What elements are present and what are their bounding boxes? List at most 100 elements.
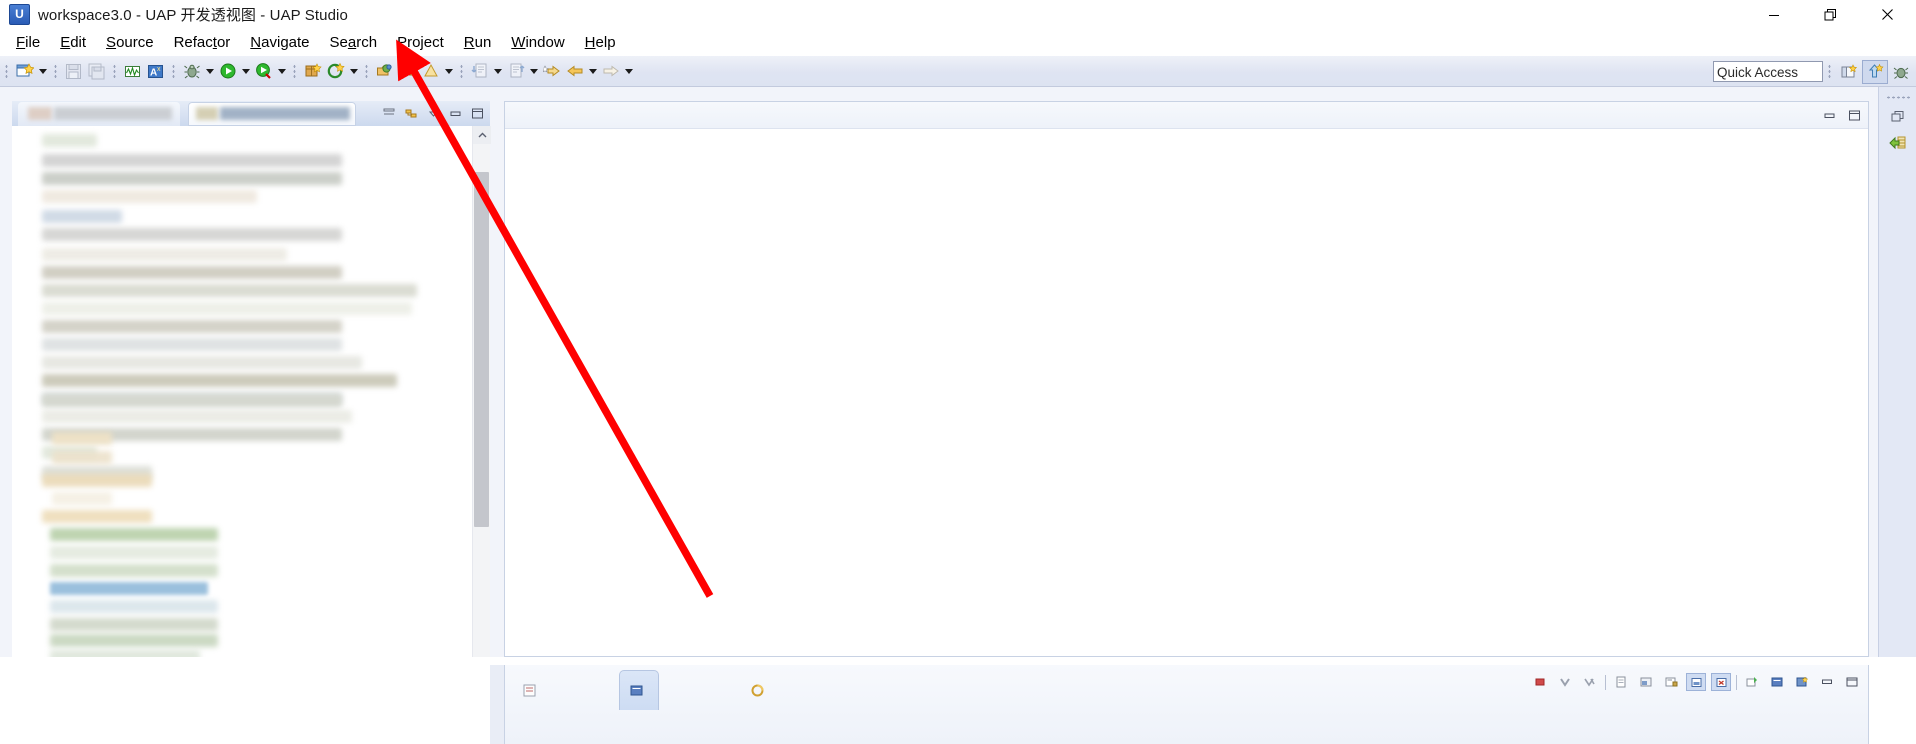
- word-wrap-icon[interactable]: [1711, 673, 1731, 691]
- back-dropdown-icon[interactable]: [586, 60, 599, 83]
- run-dropdown-icon[interactable]: [239, 60, 252, 83]
- editor-tabbar: [505, 102, 1868, 129]
- new-wizard-dropdown-icon[interactable]: [36, 60, 49, 83]
- maximize-view-icon[interactable]: [468, 104, 487, 122]
- project-tree[interactable]: [12, 126, 490, 657]
- toolbar-grip[interactable]: [52, 62, 59, 80]
- forward-dropdown-icon[interactable]: [622, 60, 635, 83]
- menu-navigate[interactable]: Navigate: [240, 32, 319, 54]
- display-selected-console-icon[interactable]: [1636, 673, 1656, 691]
- project-tree-scrollbar[interactable]: [472, 126, 491, 657]
- java-perspective-icon[interactable]: [1888, 60, 1914, 84]
- fast-view-bar: [1878, 87, 1916, 657]
- left-view-tab-2[interactable]: [188, 102, 356, 126]
- minimize-view-icon[interactable]: [446, 104, 465, 122]
- menu-window[interactable]: Window: [501, 32, 574, 54]
- menu-help[interactable]: Help: [575, 32, 626, 54]
- menu-edit[interactable]: Edit: [50, 32, 96, 54]
- menu-run[interactable]: Run: [454, 32, 502, 54]
- toolbar-right: Quick Access: [1713, 56, 1916, 87]
- next-annotation-dropdown-icon[interactable]: [491, 60, 504, 83]
- menu-search[interactable]: Search: [320, 32, 388, 54]
- left-view-tab-1[interactable]: [18, 102, 180, 126]
- bottom-tab-problems[interactable]: [513, 670, 551, 710]
- new-package-icon[interactable]: [301, 60, 324, 83]
- open-perspective-icon[interactable]: [1836, 60, 1862, 84]
- scrollbar-thumb[interactable]: [474, 172, 489, 527]
- run-external-tools-icon[interactable]: [252, 60, 275, 83]
- console-icon: [630, 685, 643, 696]
- restore-fastview-icon[interactable]: [1879, 104, 1916, 130]
- save-all-icon[interactable]: [85, 60, 108, 83]
- bottom-left-gap: [490, 665, 504, 744]
- minimize-icon[interactable]: [1745, 0, 1802, 29]
- run-play-icon[interactable]: [216, 60, 239, 83]
- menu-project[interactable]: Project: [387, 32, 454, 54]
- collapse-all-icon[interactable]: [380, 104, 399, 122]
- debug-bug-icon[interactable]: [180, 60, 203, 83]
- view-menu-icon[interactable]: [424, 104, 443, 122]
- search-icon[interactable]: [419, 60, 442, 83]
- minimize-console-icon[interactable]: [1817, 673, 1837, 691]
- toolbar-grip[interactable]: [458, 62, 465, 80]
- menu-refactor[interactable]: Refactor: [164, 32, 241, 54]
- open-console-icon[interactable]: [1611, 673, 1631, 691]
- uap-view-icon[interactable]: [1879, 130, 1916, 156]
- open-type-icon[interactable]: [373, 60, 396, 83]
- title-bar: U workspace3.0 - UAP 开发透视图 - UAP Studio: [0, 0, 1916, 29]
- pin-console-icon[interactable]: [1661, 673, 1681, 691]
- previous-annotation-dropdown-icon[interactable]: [527, 60, 540, 83]
- debug-dropdown-icon[interactable]: [203, 60, 216, 83]
- remove-all-terminated-icon[interactable]: [1580, 673, 1600, 691]
- minimize-editor-icon[interactable]: [1820, 106, 1839, 124]
- uap-perspective-icon[interactable]: [1862, 59, 1888, 84]
- toolbar-group-save: [49, 59, 108, 83]
- quick-access-input[interactable]: Quick Access: [1713, 61, 1823, 82]
- window-title: workspace3.0 - UAP 开发透视图 - UAP Studio: [38, 7, 348, 24]
- link-with-editor-icon[interactable]: [402, 104, 421, 122]
- scroll-up-icon[interactable]: [473, 126, 491, 144]
- toolbar-grip[interactable]: [170, 62, 177, 80]
- editor-area: [504, 101, 1869, 657]
- last-edit-location-icon[interactable]: [540, 60, 563, 83]
- bottom-tab-console[interactable]: [619, 670, 659, 710]
- external-tools-dropdown-icon[interactable]: [275, 60, 288, 83]
- new-console-view-icon[interactable]: [1742, 673, 1762, 691]
- bottom-tab-progress[interactable]: [741, 670, 779, 710]
- restore-icon[interactable]: [1802, 0, 1859, 29]
- save-icon[interactable]: [62, 60, 85, 83]
- maximize-editor-icon[interactable]: [1845, 106, 1864, 124]
- toolbar-grip[interactable]: [3, 62, 10, 80]
- new-project-dropdown-icon[interactable]: [347, 60, 360, 83]
- toggle-markoccurrences-icon[interactable]: [121, 60, 144, 83]
- console-options-icon[interactable]: [1792, 673, 1812, 691]
- forward-arrow-icon[interactable]: [599, 60, 622, 83]
- toolbar-grip[interactable]: [1826, 63, 1833, 80]
- close-icon[interactable]: [1859, 0, 1916, 29]
- console-dropdown-icon[interactable]: [1767, 673, 1787, 691]
- fast-view-grip[interactable]: [1885, 93, 1910, 102]
- left-view-tabbar: [12, 101, 490, 126]
- menu-source[interactable]: Source: [96, 32, 164, 54]
- spellcheck-icon[interactable]: A x: [144, 60, 167, 83]
- new-wizard-icon[interactable]: [13, 60, 36, 83]
- back-arrow-icon[interactable]: [563, 60, 586, 83]
- menu-file[interactable]: File: [6, 32, 50, 54]
- previous-annotation-icon[interactable]: [504, 60, 527, 83]
- toolbar-grip[interactable]: [363, 62, 370, 80]
- search-dropdown-icon[interactable]: [442, 60, 455, 83]
- maximize-console-icon[interactable]: [1842, 673, 1862, 691]
- terminate-icon[interactable]: [1530, 673, 1550, 691]
- remove-launch-icon[interactable]: [1555, 673, 1575, 691]
- scroll-lock-icon[interactable]: [1686, 673, 1706, 691]
- new-project-icon[interactable]: [324, 60, 347, 83]
- editor-canvas[interactable]: [505, 129, 1868, 656]
- svg-text:x: x: [157, 66, 161, 73]
- open-task-icon[interactable]: [396, 60, 419, 83]
- uap-studio-window: U workspace3.0 - UAP 开发透视图 - UAP Studio …: [0, 0, 1916, 744]
- toolbar-grip[interactable]: [111, 62, 118, 80]
- next-annotation-icon[interactable]: [468, 60, 491, 83]
- toolbar-group-navigation: [455, 59, 635, 83]
- progress-icon: [751, 684, 764, 696]
- toolbar-grip[interactable]: [291, 62, 298, 80]
